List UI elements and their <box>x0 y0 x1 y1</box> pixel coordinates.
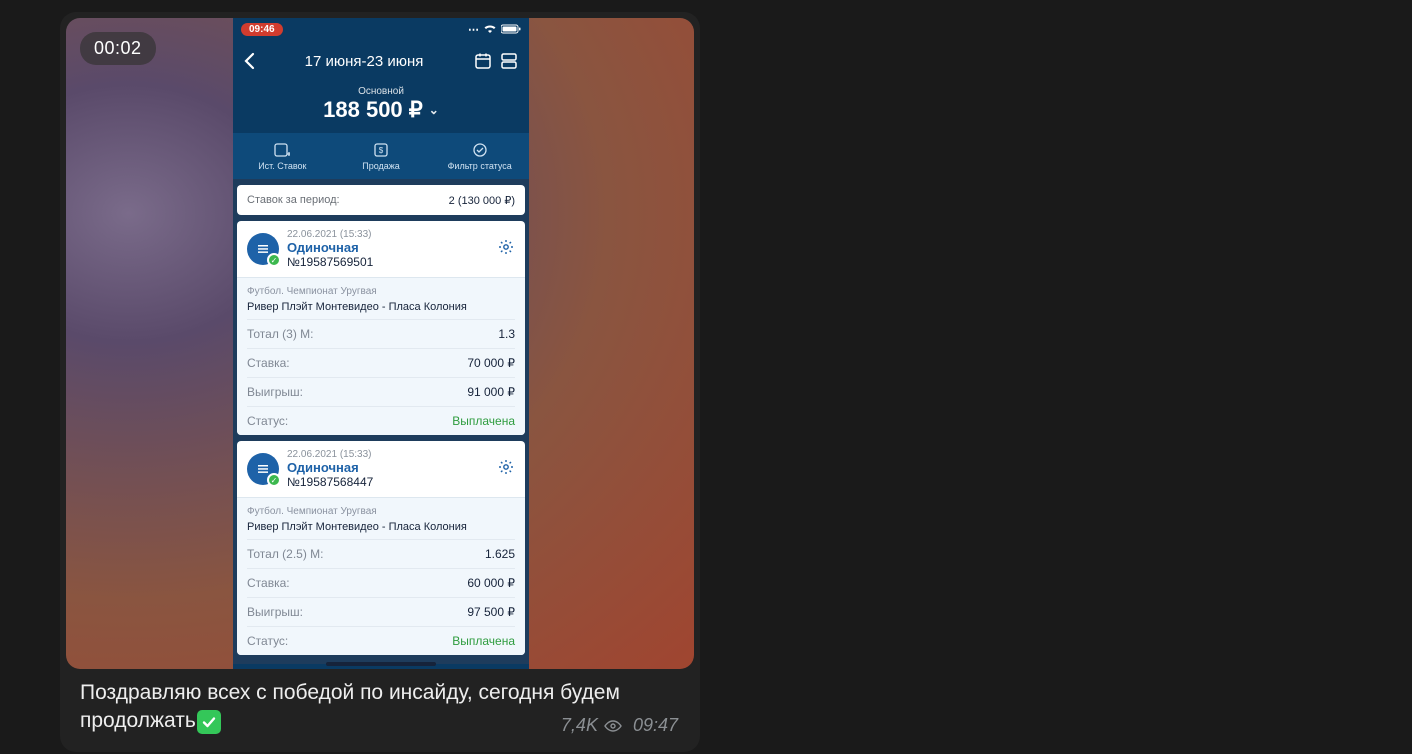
bet-type-label: Одиночная <box>287 460 373 475</box>
account-balance-block[interactable]: Основной 188 500 ₽ ⌄ <box>233 82 529 133</box>
match-name: Ривер Плэйт Монтевидео - Пласа Колония <box>247 519 515 540</box>
account-amount[interactable]: 188 500 ₽ ⌄ <box>323 97 439 123</box>
status-bar: 09:46 <box>233 18 529 40</box>
check-icon: ✓ <box>267 253 281 267</box>
bet-card[interactable]: ✓ 22.06.2021 (15:33) Одиночная №19587569… <box>237 221 525 435</box>
cellular-icon <box>468 23 479 36</box>
tab-label: Продажа <box>362 161 400 171</box>
view-count: 7,4K <box>561 713 623 737</box>
bet-type-icon: ✓ <box>247 233 279 265</box>
message-text: Поздравляю всех с победой по инсайду, се… <box>80 681 620 732</box>
account-label: Основной <box>233 86 529 97</box>
row-win: Выигрыш: 97 500 ₽ <box>247 598 515 627</box>
svg-text:$: $ <box>379 146 384 155</box>
bet-date: 22.06.2021 (15:33) <box>287 229 373 240</box>
message-time: 09:47 <box>633 713 678 737</box>
match-name: Ривер Плэйт Монтевидео - Пласа Колония <box>247 299 515 320</box>
league-name: Футбол. Чемпионат Уругвая <box>247 284 515 299</box>
bet-type-icon: ✓ <box>247 453 279 485</box>
bet-number: №19587568447 <box>287 475 373 489</box>
status-time-pill: 09:46 <box>241 23 283 36</box>
tab-history[interactable]: Ист. Ставок <box>233 133 332 179</box>
row-market: Тотал (3) М: 1.3 <box>247 320 515 349</box>
back-button[interactable] <box>243 52 255 70</box>
bet-date: 22.06.2021 (15:33) <box>287 449 373 460</box>
home-indicator <box>326 662 436 666</box>
video-attachment[interactable]: 00:02 09:46 <box>66 18 694 669</box>
bet-body: Футбол. Чемпионат Уругвая Ривер Плэйт Мо… <box>237 497 525 655</box>
app-navbar: 17 июня-23 июня <box>233 40 529 82</box>
row-status: Статус: Выплачена <box>247 627 515 655</box>
layout-toggle-icon[interactable] <box>499 52 519 70</box>
period-value: 2 (130 000 ₽) <box>449 194 515 207</box>
bet-number: №19587569501 <box>287 255 373 269</box>
bets-list: Ставок за период: 2 (130 000 ₽) ✓ <box>233 179 529 664</box>
telegram-message: 00:02 09:46 <box>60 12 700 752</box>
gear-icon[interactable] <box>497 238 515 261</box>
tab-filter[interactable]: Фильтр статуса <box>430 133 529 179</box>
row-stake: Ставка: 60 000 ₽ <box>247 569 515 598</box>
message-caption-row: Поздравляю всех с победой по инсайду, се… <box>66 669 694 746</box>
league-name: Футбол. Чемпионат Уругвая <box>247 504 515 519</box>
period-label: Ставок за период: <box>247 194 340 206</box>
tab-label: Фильтр статуса <box>448 161 512 171</box>
bet-type-label: Одиночная <box>287 240 373 255</box>
checkmark-emoji <box>197 710 221 734</box>
tab-sale[interactable]: $ Продажа <box>332 133 431 179</box>
chevron-down-icon: ⌄ <box>429 103 439 117</box>
wifi-icon <box>483 24 497 34</box>
bet-header: ✓ 22.06.2021 (15:33) Одиночная №19587569… <box>237 221 525 277</box>
row-stake: Ставка: 70 000 ₽ <box>247 349 515 378</box>
row-status: Статус: Выплачена <box>247 407 515 435</box>
phone-screenshot: 09:46 17 июня-23 ию <box>233 18 529 669</box>
message-meta: 7,4K 09:47 <box>561 713 678 737</box>
check-icon: ✓ <box>267 473 281 487</box>
row-win: Выигрыш: 91 000 ₽ <box>247 378 515 407</box>
eye-icon <box>603 719 623 733</box>
calendar-icon[interactable] <box>473 52 493 70</box>
period-summary: Ставок за период: 2 (130 000 ₽) <box>237 185 525 215</box>
battery-icon <box>501 24 521 34</box>
bet-body: Футбол. Чемпионат Уругвая Ривер Плэйт Мо… <box>237 277 525 435</box>
tabs-row: Ист. Ставок $ Продажа Фильтр статуса <box>233 133 529 179</box>
message-bubble[interactable]: 00:02 09:46 <box>60 12 700 752</box>
bet-header: ✓ 22.06.2021 (15:33) Одиночная №19587568… <box>237 441 525 497</box>
row-market: Тотал (2.5) М: 1.625 <box>247 540 515 569</box>
bet-card[interactable]: ✓ 22.06.2021 (15:33) Одиночная №19587568… <box>237 441 525 655</box>
gear-icon[interactable] <box>497 458 515 481</box>
video-duration-badge: 00:02 <box>80 32 156 65</box>
date-range-title[interactable]: 17 июня-23 июня <box>261 53 467 70</box>
tab-label: Ист. Ставок <box>258 161 306 171</box>
